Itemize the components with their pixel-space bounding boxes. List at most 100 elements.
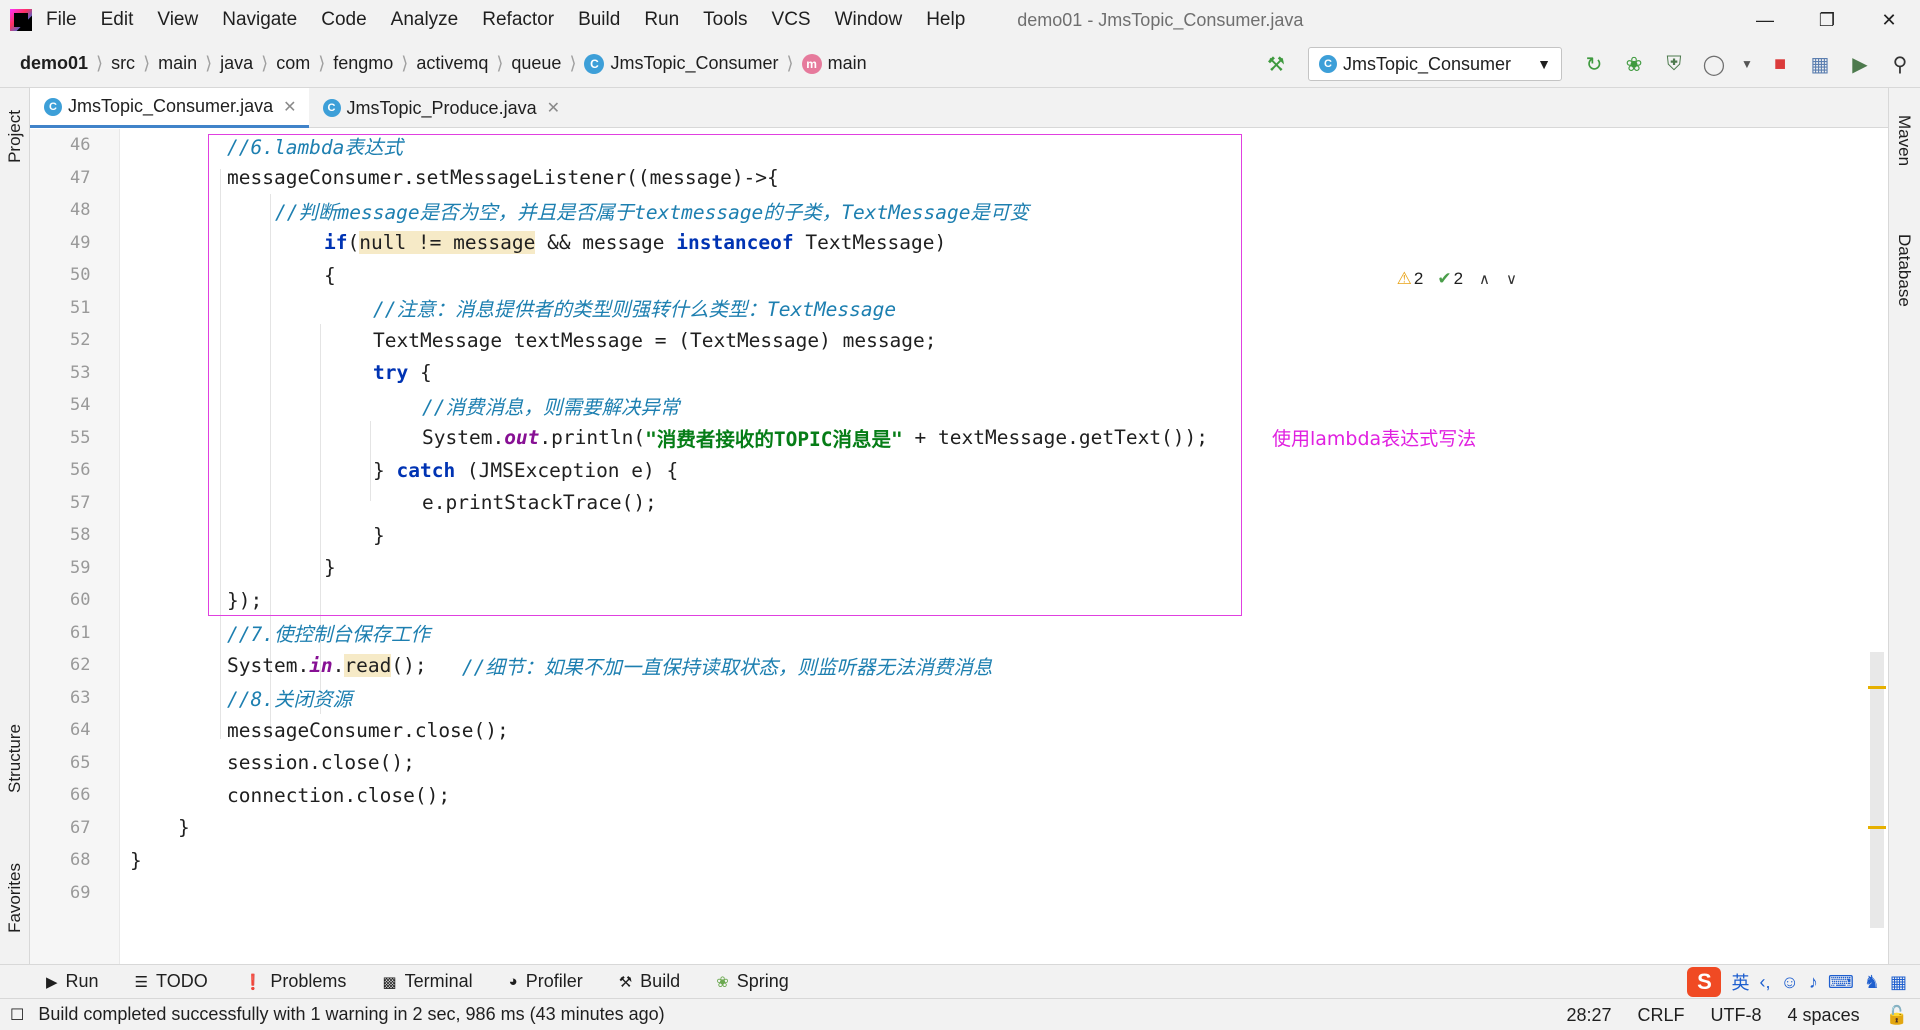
microphone-icon[interactable]: ♪ [1809,972,1818,993]
tab-jmstopic-consumer[interactable]: C JmsTopic_Consumer.java ✕ [30,88,309,128]
breadcrumb-project[interactable]: demo01 [20,53,88,74]
spring-tool-button[interactable]: ❀ Spring [716,971,789,992]
line-number: 68 [70,850,91,871]
menu-file[interactable]: File [46,9,77,31]
hammer-icon: ⚒ [618,973,633,991]
tab-label: JmsTopic_Consumer.java [68,96,274,116]
lock-icon[interactable]: 🔓 [1886,1005,1908,1026]
status-panel-toggle-icon[interactable]: ☐ [10,1005,24,1025]
line-number: 69 [70,882,91,903]
line-number-gutter[interactable]: 46 47 48 49 50 51 52 53 54 55 56 57 58 5… [30,129,156,964]
line-separator[interactable]: CRLF [1638,1005,1685,1026]
main-toolbar: ⚒ C JmsTopic_Consumer ▼ ↻ ❀ ⛨ ◯ ▼ ■ ▦ ▶ … [1256,40,1920,88]
vertical-scrollbar[interactable] [1870,652,1884,928]
code-line-49: if(null != message && message instanceof… [324,227,946,260]
menu-code[interactable]: Code [321,9,366,31]
chevron-down-icon[interactable]: ▼ [1739,49,1755,79]
project-tool-tab[interactable]: Project [0,96,30,176]
indent-setting[interactable]: 4 spaces [1788,1005,1860,1026]
close-icon[interactable]: ✕ [283,97,296,117]
chevron-right-icon: ⟩ [205,53,213,73]
tab-jmstopic-produce[interactable]: C JmsTopic_Produce.java ✕ [309,88,573,128]
breadcrumb-main[interactable]: main [158,53,197,74]
project-structure-icon[interactable]: ▦ [1805,49,1835,79]
menu-help[interactable]: Help [926,9,965,31]
inspection-widget[interactable]: ⚠ 2 ✔ 2 ∧ ∨ [1397,269,1517,289]
ime-language[interactable]: 英 [1731,969,1749,995]
rerun-icon[interactable]: ↻ [1579,49,1609,79]
caret-position[interactable]: 28:27 [1566,1005,1611,1026]
minimize-icon[interactable]: — [1734,0,1796,40]
code-text: } [130,848,142,872]
menu-edit[interactable]: Edit [101,9,134,31]
file-encoding[interactable]: UTF-8 [1711,1005,1762,1026]
breadcrumb-java[interactable]: java [220,53,253,74]
run-configuration-select[interactable]: C JmsTopic_Consumer ▼ [1308,47,1562,81]
terminal-tool-button[interactable]: ▩ Terminal [382,971,472,992]
profiler-tool-button[interactable]: ◕ Profiler [509,971,583,992]
class-icon: C [1319,55,1337,73]
todo-tool-button[interactable]: ☰ TODO [135,971,208,992]
code-text: ( [347,231,360,255]
annotation-text: 使用lambda表达式写法 [1272,428,1477,450]
code-text: (); [391,653,462,677]
line-number: 57 [70,492,91,513]
warning-stripe-marker[interactable] [1868,686,1886,689]
punctuation-icon[interactable]: ‹, [1759,972,1770,993]
code-line-68: } [130,844,142,877]
sogou-ime-icon[interactable]: S [1687,967,1722,997]
menu-window[interactable]: Window [835,9,903,31]
run-anything-icon[interactable]: ▶ [1845,49,1875,79]
menu-refactor[interactable]: Refactor [482,9,554,31]
close-icon[interactable]: ✕ [547,98,560,118]
favorites-tool-tab[interactable]: Favorites [0,848,30,948]
skin-icon[interactable]: ♞ [1864,972,1880,993]
warning-stripe-marker[interactable] [1868,826,1886,829]
breadcrumb-activemq[interactable]: activemq [416,53,488,74]
menu-view[interactable]: View [157,9,198,31]
comment: //8.关闭资源 [227,688,352,712]
chevron-up-icon[interactable]: ∧ [1479,270,1490,288]
chevron-down-icon[interactable]: ∨ [1506,270,1517,288]
keyboard-icon[interactable]: ⌨ [1828,972,1854,993]
menu-analyze[interactable]: Analyze [391,9,459,31]
database-tool-tab[interactable]: Database [1888,210,1920,330]
build-hammer-icon[interactable]: ⚒ [1261,49,1291,79]
project-tab-label: Project [5,109,24,163]
spring-leaf-icon: ❀ [716,973,729,991]
build-tool-button[interactable]: ⚒ Build [619,971,680,992]
restore-icon[interactable]: ❐ [1796,0,1858,40]
search-icon[interactable]: ⚲ [1885,49,1915,79]
chevron-right-icon: ⟩ [318,53,326,73]
debug-icon[interactable]: ❀ [1619,49,1649,79]
run-tool-button[interactable]: ▶ Run [46,971,99,992]
menu-build[interactable]: Build [578,9,620,31]
class-icon: C [584,53,605,74]
menu-run[interactable]: Run [644,9,679,31]
code-line-56: } catch (JMSException e) { [373,454,678,487]
breadcrumb-com[interactable]: com [276,53,310,74]
coverage-icon[interactable]: ⛨ [1659,49,1689,79]
right-tool-strip: Maven Database [1888,88,1920,964]
toolbox-icon[interactable]: ▦ [1890,972,1907,993]
emoji-icon[interactable]: ☺ [1780,972,1798,993]
run-tool-label: Run [65,971,99,991]
maven-tool-tab[interactable]: Maven [1888,96,1920,186]
profile-icon[interactable]: ◯ [1699,49,1729,79]
menu-vcs[interactable]: VCS [772,9,811,31]
structure-tool-tab[interactable]: Structure [0,708,30,808]
code-text: && message [535,231,677,255]
menu-tools[interactable]: Tools [703,9,747,31]
breadcrumb-method[interactable]: m main [801,53,867,74]
stop-icon[interactable]: ■ [1765,49,1795,79]
problems-tool-button[interactable]: ❗ Problems [244,971,347,992]
breadcrumb-queue[interactable]: queue [511,53,561,74]
close-window-icon[interactable]: ✕ [1858,0,1920,40]
code-line-51: //注意：消息提供者的类型则强转什么类型：TextMessage [373,292,896,325]
code-editor[interactable]: //6.lambda表达式 messageConsumer.setMessage… [121,129,1567,964]
breadcrumb-fengmo[interactable]: fengmo [333,53,393,74]
breadcrumb-class[interactable]: C JmsTopic_Consumer [584,53,779,74]
line-number: 61 [70,622,91,643]
breadcrumb-src[interactable]: src [111,53,135,74]
menu-navigate[interactable]: Navigate [222,9,297,31]
